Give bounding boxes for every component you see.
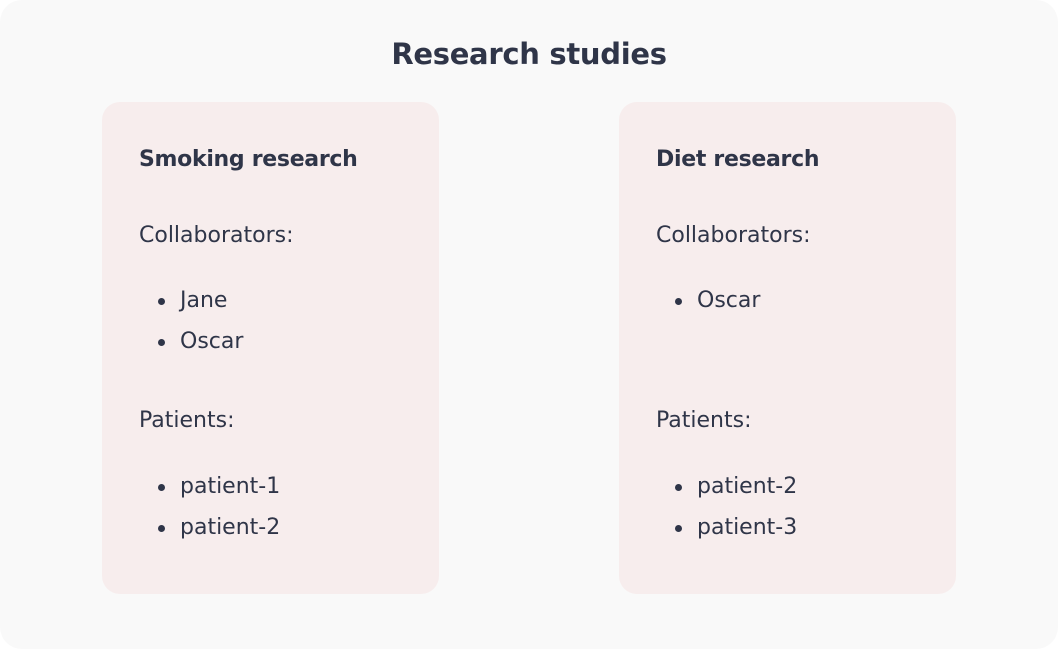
patients-list: patient-2 patient-3 <box>673 466 797 548</box>
page-title: Research studies <box>391 37 667 71</box>
collaborators-list: Jane Oscar <box>156 280 243 362</box>
list-item: patient-2 <box>156 507 280 548</box>
diagram-canvas: Research studies Smoking research Collab… <box>0 0 1058 649</box>
collaborators-label: Collaborators: <box>656 223 811 248</box>
patients-list: patient-1 patient-2 <box>156 466 280 548</box>
list-item: patient-3 <box>673 507 797 548</box>
list-item: Oscar <box>673 280 760 321</box>
study-title: Diet research <box>656 147 820 172</box>
patients-label: Patients: <box>139 408 235 433</box>
collaborators-list: Oscar <box>673 280 760 321</box>
list-item: patient-2 <box>673 466 797 507</box>
list-item: patient-1 <box>156 466 280 507</box>
list-item: Oscar <box>156 321 243 362</box>
collaborators-label: Collaborators: <box>139 223 294 248</box>
patients-label: Patients: <box>656 408 752 433</box>
list-item: Jane <box>156 280 243 321</box>
study-title: Smoking research <box>139 147 358 172</box>
